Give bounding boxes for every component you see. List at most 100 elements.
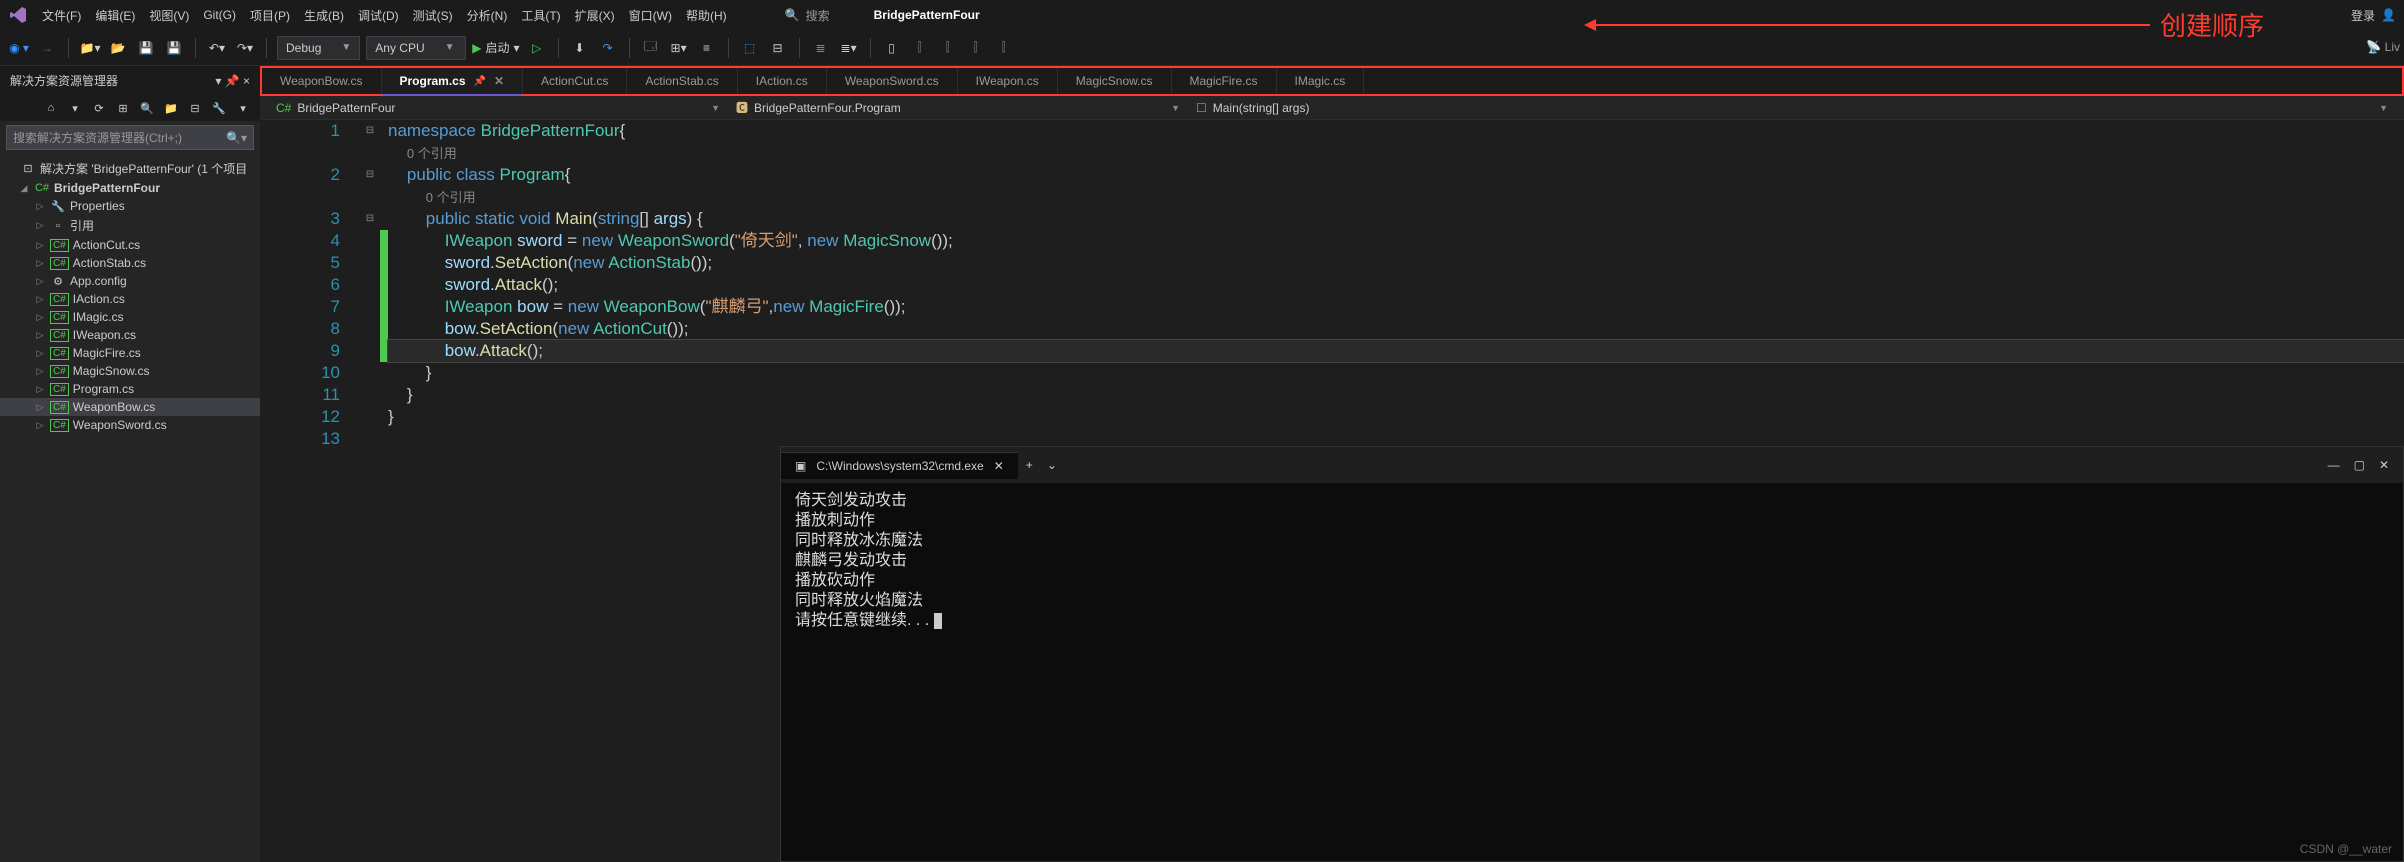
tree-item[interactable]: ▷C#ActionCut.cs <box>0 236 260 254</box>
solution-node[interactable]: ⊡解决方案 'BridgePatternFour' (1 个项目 <box>0 158 260 179</box>
undo-icon[interactable]: ↶▾ <box>206 37 228 59</box>
terminal-tab[interactable]: ▣ C:\Windows\system32\cmd.exe ✕ <box>781 452 1018 479</box>
editor-tab[interactable]: WeaponSword.cs <box>827 68 958 94</box>
menu-window[interactable]: 窗口(W) <box>629 7 672 24</box>
expand-icon[interactable]: ◢ <box>18 183 30 194</box>
save-all-icon[interactable]: 💾 <box>163 37 185 59</box>
editor-tab[interactable]: ActionCut.cs <box>523 68 627 94</box>
tree-item[interactable]: ▷C#IMagic.cs <box>0 308 260 326</box>
project-node[interactable]: ◢C#BridgePatternFour <box>0 179 260 197</box>
editor-tab[interactable]: MagicSnow.cs <box>1058 68 1172 94</box>
tree-item[interactable]: ▷C#Program.cs <box>0 380 260 398</box>
bookmark-icon[interactable]: ⫿ <box>993 37 1015 59</box>
terminal-output[interactable]: 倚天剑发动攻击播放刺动作同时释放冰冻魔法麒麟弓发动攻击播放砍动作同时释放火焰魔法… <box>781 483 2403 639</box>
home-icon[interactable]: ⌂ <box>42 99 60 117</box>
live-share-button[interactable]: 📡 Liv <box>2366 40 2400 54</box>
tree-item[interactable]: ▷C#MagicFire.cs <box>0 344 260 362</box>
tree-item[interactable]: ▷C#ActionStab.cs <box>0 254 260 272</box>
bookmark-icon[interactable]: ⫿ <box>937 37 959 59</box>
expand-icon[interactable]: ▷ <box>34 258 46 269</box>
wrench-icon[interactable]: 🔧 <box>210 99 228 117</box>
maximize-icon[interactable]: ▢ <box>2354 458 2365 472</box>
editor-tab[interactable]: Program.cs📌✕ <box>382 68 524 94</box>
tool-icon[interactable]: ⊟ <box>186 99 204 117</box>
menu-project[interactable]: 项目(P) <box>250 7 290 24</box>
expand-icon[interactable]: ▷ <box>34 330 46 341</box>
nav-back-icon[interactable]: ◉ ▾ <box>8 37 30 59</box>
tree-item[interactable]: ▷C#IAction.cs <box>0 290 260 308</box>
expand-icon[interactable]: ▷ <box>34 384 46 395</box>
tool-icon[interactable]: ⟳ <box>90 99 108 117</box>
expand-icon[interactable]: ▷ <box>34 366 46 377</box>
menu-file[interactable]: 文件(F) <box>42 7 81 24</box>
tree-item[interactable]: ▷▫引用 <box>0 215 260 236</box>
bookmark-icon[interactable]: ⫿ <box>965 37 987 59</box>
tool-icon[interactable]: ≣▾ <box>838 37 860 59</box>
nav-fwd-icon[interactable]: → <box>36 37 58 59</box>
close-icon[interactable]: ✕ <box>494 74 504 88</box>
menu-view[interactable]: 视图(V) <box>149 7 189 24</box>
search-box[interactable]: 🔍 搜索 <box>785 7 830 24</box>
tool-icon[interactable]: ⬚ <box>739 37 761 59</box>
tool-icon[interactable]: ⊟ <box>767 37 789 59</box>
tool-icon[interactable]: ▯ <box>881 37 903 59</box>
nav-scope-class[interactable]: 🅲BridgePatternFour.Program▼ <box>728 99 1188 116</box>
editor-tab[interactable]: WeaponBow.cs <box>262 68 382 94</box>
tree-item[interactable]: ▷C#MagicSnow.cs <box>0 362 260 380</box>
editor-tab[interactable]: MagicFire.cs <box>1172 68 1277 94</box>
close-icon[interactable]: ✕ <box>994 459 1004 473</box>
tool-icon[interactable]: ≣ <box>810 37 832 59</box>
run-nodebug-icon[interactable]: ▷ <box>526 37 548 59</box>
solution-search-input[interactable]: 搜索解决方案资源管理器(Ctrl+;) 🔍▾ <box>6 125 254 150</box>
editor-tab[interactable]: IAction.cs <box>738 68 827 94</box>
tree-item[interactable]: ▷C#IWeapon.cs <box>0 326 260 344</box>
menu-debug[interactable]: 调试(D) <box>358 7 399 24</box>
pin-icon[interactable]: ▾ 📌 × <box>215 74 250 88</box>
expand-icon[interactable]: ▷ <box>34 420 46 431</box>
tool-icon[interactable]: ⊞▾ <box>668 37 690 59</box>
new-project-icon[interactable]: 📁▾ <box>79 37 101 59</box>
tool-icon[interactable]: ⊞ <box>114 99 132 117</box>
run-button[interactable]: ▶启动 ▾ <box>472 39 519 56</box>
menu-extensions[interactable]: 扩展(X) <box>575 7 615 24</box>
tree-item[interactable]: ▷C#WeaponSword.cs <box>0 416 260 434</box>
new-tab-icon[interactable]: + <box>1026 458 1033 472</box>
expand-icon[interactable]: ▷ <box>34 276 46 287</box>
nav-scope-project[interactable]: C#BridgePatternFour▼ <box>268 101 728 115</box>
menu-edit[interactable]: 编辑(E) <box>95 7 135 24</box>
tree-item[interactable]: ▷C#WeaponBow.cs <box>0 398 260 416</box>
expand-icon[interactable]: ▷ <box>34 220 46 231</box>
tool-icon[interactable]: ▾ <box>234 99 252 117</box>
menu-build[interactable]: 生成(B) <box>304 7 344 24</box>
editor-tab[interactable]: ActionStab.cs <box>627 68 737 94</box>
tool-icon[interactable]: 🔍 <box>138 99 156 117</box>
step-icon[interactable]: ⬇ <box>569 37 591 59</box>
menu-analyze[interactable]: 分析(N) <box>467 7 508 24</box>
tree-item[interactable]: ▷🔧Properties <box>0 197 260 215</box>
nav-scope-method[interactable]: ☐Main(string[] args)▼ <box>1188 101 2396 115</box>
expand-icon[interactable]: ▷ <box>34 312 46 323</box>
menu-help[interactable]: 帮助(H) <box>686 7 727 24</box>
editor-tab[interactable]: IWeapon.cs <box>958 68 1058 94</box>
menu-tools[interactable]: 工具(T) <box>521 7 560 24</box>
pin-icon[interactable]: 📌 <box>474 76 486 87</box>
expand-icon[interactable]: ▷ <box>34 402 46 413</box>
tool-icon[interactable]: 🗔 <box>640 37 662 59</box>
expand-icon[interactable]: ▷ <box>34 294 46 305</box>
chevron-down-icon[interactable]: ⌄ <box>1047 458 1057 472</box>
expand-icon[interactable]: ▷ <box>34 240 46 251</box>
expand-icon[interactable]: ▷ <box>34 201 46 212</box>
close-icon[interactable]: ✕ <box>2379 458 2389 472</box>
redo-icon[interactable]: ↷▾ <box>234 37 256 59</box>
minimize-icon[interactable]: — <box>2328 458 2340 472</box>
tool-icon[interactable]: ▾ <box>66 99 84 117</box>
tool-icon[interactable]: 📁 <box>162 99 180 117</box>
login-button[interactable]: 登录 👤 <box>2351 7 2396 24</box>
editor-tab[interactable]: IMagic.cs <box>1277 68 1365 94</box>
tree-item[interactable]: ▷⚙App.config <box>0 272 260 290</box>
config-combo[interactable]: Debug▼ <box>277 36 360 60</box>
platform-combo[interactable]: Any CPU▼ <box>366 36 466 60</box>
menu-test[interactable]: 测试(S) <box>413 7 453 24</box>
menu-git[interactable]: Git(G) <box>203 8 236 22</box>
expand-icon[interactable]: ▷ <box>34 348 46 359</box>
